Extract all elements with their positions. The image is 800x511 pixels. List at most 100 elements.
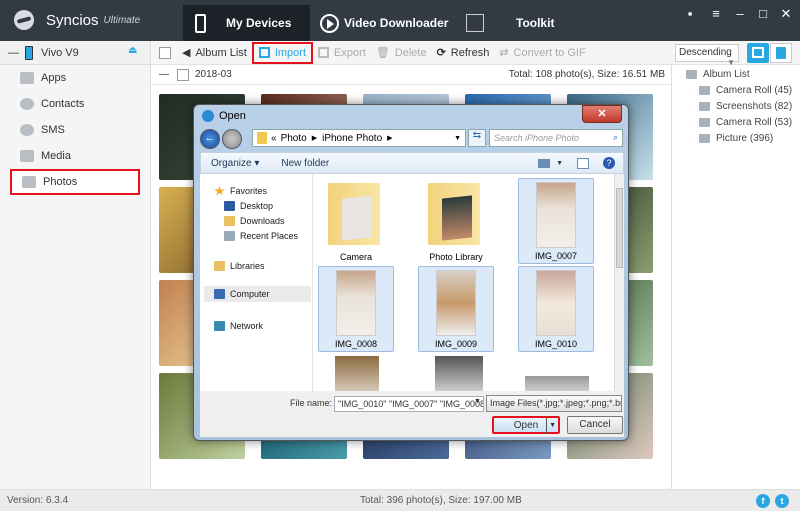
sidebar-item-label: Media [41, 150, 71, 162]
twitter-icon[interactable]: t [775, 494, 789, 508]
star-icon [214, 186, 225, 196]
app-name: Syncios [46, 11, 99, 29]
tab-label: Video Downloader [344, 16, 449, 30]
file-item[interactable]: Photo Library [418, 178, 494, 264]
view-options-icon[interactable] [538, 158, 551, 168]
collapse-icon[interactable]: — [159, 69, 169, 80]
back-arrow-icon: ◀ [182, 47, 191, 59]
album-view-button[interactable] [770, 43, 792, 63]
status-bar: Version: 6.3.4 Total: 396 photo(s), Size… [0, 489, 800, 511]
button-label: Refresh [450, 46, 490, 59]
back-button[interactable]: ← [200, 129, 220, 149]
sidebar-item-contacts[interactable]: Contacts [0, 91, 150, 117]
export-button[interactable]: Export [313, 42, 371, 64]
calendar-view-button[interactable] [747, 43, 769, 63]
nav-libraries[interactable]: Libraries [214, 261, 265, 271]
tab-video-downloader[interactable]: Video Downloader [320, 5, 450, 41]
album-list-button[interactable]: ◀ Album List [177, 42, 252, 64]
album-item[interactable]: Screenshots (82) [672, 98, 800, 114]
file-name-input[interactable]: "IMG_0010" "IMG_0007" "IMG_0008" "IMG_00… [334, 396, 484, 412]
phone-icon [195, 13, 206, 33]
album-item[interactable]: Camera Roll (45) [672, 82, 800, 98]
tab-label: Toolkit [516, 16, 555, 30]
forward-button[interactable] [222, 129, 242, 149]
nav-label: Recent Places [240, 231, 299, 241]
tab-my-devices[interactable]: My Devices [183, 5, 310, 41]
sort-value: Descending [679, 47, 732, 58]
sidebar-item-sms[interactable]: SMS [0, 117, 150, 143]
preview-pane-icon[interactable] [577, 157, 589, 169]
nav-downloads[interactable]: Downloads [224, 216, 285, 226]
cancel-button[interactable]: Cancel [567, 416, 623, 434]
open-button[interactable]: Open ▼ [492, 416, 560, 434]
scrollbar-thumb[interactable] [616, 188, 623, 268]
select-all-checkbox[interactable] [159, 46, 171, 59]
address-bar[interactable]: « Photo ▶ iPhone Photo ▶ ▼ [252, 129, 466, 147]
file-item[interactable]: IMG_0008 [318, 266, 394, 352]
chat-icon[interactable]: ▪ [681, 6, 699, 21]
dialog-title-bar: Open [202, 110, 246, 122]
album-item[interactable]: Picture (396) [672, 130, 800, 146]
album-label: Screenshots (82) [716, 100, 793, 112]
facebook-icon[interactable]: f [756, 494, 770, 508]
sidebar-item-media[interactable]: Media [0, 143, 150, 169]
file-item[interactable]: IMG_0007 [518, 178, 594, 264]
breadcrumb-item[interactable]: iPhone Photo [322, 133, 382, 144]
sidebar-item-apps[interactable]: Apps [0, 65, 150, 91]
refresh-button[interactable]: ⟳ Refresh [432, 42, 495, 64]
album-label: Camera Roll (45) [716, 84, 793, 96]
group-checkbox[interactable] [177, 68, 189, 81]
device-row[interactable]: — Vivo V9 ⏏ [0, 41, 150, 65]
sidebar-item-photos[interactable]: Photos [10, 169, 140, 195]
collapse-icon[interactable]: — [8, 47, 19, 59]
image-thumbnail [336, 270, 376, 336]
app-edition: Ultimate [103, 14, 141, 26]
minimize-icon[interactable]: – [731, 6, 749, 21]
convert-gif-button[interactable]: ⇄ Convert to GIF [494, 42, 590, 64]
nav-label: Favorites [230, 186, 268, 196]
phone-icon [25, 45, 33, 60]
nav-favorites[interactable]: Favorites [214, 186, 267, 196]
menu-icon[interactable]: ≡ [707, 6, 725, 21]
file-item[interactable]: Camera [318, 178, 394, 264]
nav-network[interactable]: Network [214, 321, 263, 331]
image-thumbnail[interactable] [335, 356, 379, 391]
nav-recent-places[interactable]: Recent Places [224, 231, 298, 241]
maximize-icon[interactable]: □ [754, 6, 772, 21]
clipboard-icon [776, 47, 786, 59]
file-item[interactable]: IMG_0009 [418, 266, 494, 352]
help-icon[interactable]: ? [603, 157, 615, 169]
new-folder-button[interactable]: New folder [281, 158, 329, 169]
folder-icon [257, 132, 267, 144]
album-item[interactable]: Camera Roll (53) [672, 114, 800, 130]
image-thumbnail[interactable] [525, 376, 589, 391]
search-input[interactable]: Search iPhone Photo ⌕ [489, 129, 623, 147]
import-button[interactable]: Import [251, 41, 314, 64]
chevron-down-icon[interactable]: ▼ [546, 418, 556, 434]
computer-icon [214, 289, 225, 299]
address-dropdown-icon[interactable]: ▼ [454, 135, 461, 142]
album-icon [686, 69, 697, 79]
nav-desktop[interactable]: Desktop [224, 201, 273, 211]
chevron-down-icon[interactable]: ▼ [556, 160, 563, 167]
nav-computer[interactable]: Computer [204, 286, 311, 302]
sort-select[interactable]: Descending ▼ [675, 44, 739, 67]
album-list-header[interactable]: Album List [672, 66, 800, 82]
organize-button[interactable]: Organize ▾ [211, 158, 259, 169]
open-dialog: Open ✕ ← « Photo ▶ iPhone Photo ▶ ▼ ⇆ Se… [193, 104, 629, 441]
navigation-pane: Favorites Desktop Downloads Recent Place… [200, 174, 313, 391]
delete-button[interactable]: 🗑 Delete [371, 42, 432, 64]
breadcrumb-item[interactable]: Photo [281, 133, 307, 144]
chevron-down-icon[interactable]: ▼ [474, 398, 481, 405]
dialog-close-button[interactable]: ✕ [582, 105, 622, 123]
view-toolbar: Descending ▼ [671, 41, 800, 67]
refresh-address-button[interactable]: ⇆ [468, 129, 486, 147]
close-icon[interactable]: ✕ [777, 6, 795, 22]
eject-icon[interactable]: ⏏ [128, 45, 137, 56]
image-thumbnail[interactable] [435, 356, 483, 391]
file-type-select[interactable]: Image Files(*.jpg;*.jpeg;*.png;*.bmp) [486, 395, 622, 412]
button-label: Cancel [579, 419, 611, 430]
tab-toolkit[interactable]: Toolkit [466, 5, 566, 41]
vertical-scrollbar[interactable] [614, 174, 624, 391]
file-item[interactable]: IMG_0010 [518, 266, 594, 352]
